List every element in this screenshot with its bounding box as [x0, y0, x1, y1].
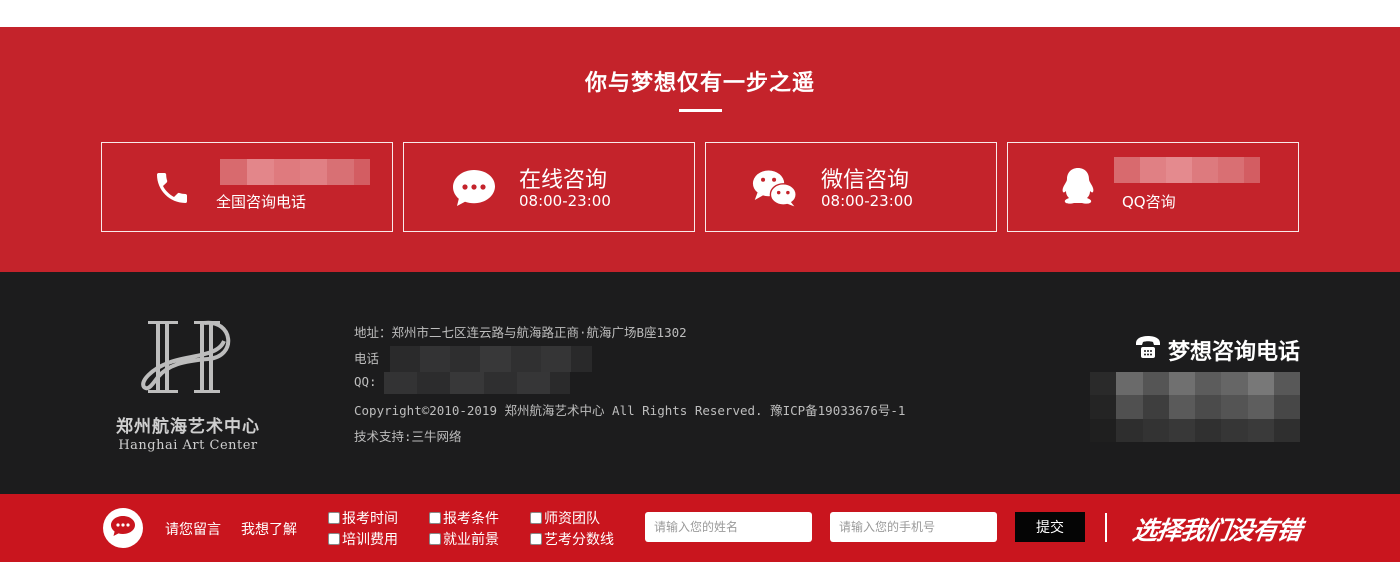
checkbox-box[interactable] — [530, 512, 542, 524]
chat-bubble-icon — [110, 515, 136, 541]
title-underline — [679, 109, 722, 112]
online-consult-hours: 08:00-23:00 — [519, 192, 611, 210]
qq-consult-card[interactable]: QQ咨询 — [1007, 142, 1299, 232]
checkbox-label: 培训费用 — [342, 532, 398, 548]
checkbox-box[interactable] — [429, 533, 441, 545]
slogan: 选择我们没有错 — [1130, 516, 1303, 545]
qq-penguin-icon — [1055, 165, 1101, 211]
phone-icon — [149, 165, 195, 211]
phone-number-blurred — [220, 159, 370, 185]
wechat-consult-card[interactable]: 微信咨询 08:00-23:00 — [705, 142, 997, 232]
message-button[interactable] — [103, 508, 143, 548]
submit-button[interactable]: 提交 — [1015, 512, 1085, 542]
footer-qq-blurred — [384, 372, 571, 394]
footer-copyright: Copyright©2010-2019 郑州航海艺术中心 All Rights … — [354, 403, 906, 418]
footer-tech-support: 技术支持:三牛网络 — [354, 429, 462, 444]
wechat-icon — [752, 165, 798, 211]
logo-english-name: Hanghai Art Center — [118, 438, 258, 453]
bar-divider — [1105, 513, 1107, 542]
footer: 郑州航海艺术中心 Hanghai Art Center 地址：郑州市二七区连云路… — [0, 272, 1400, 494]
hotline-number-blurred — [1090, 372, 1300, 442]
phone-card-label: 全国咨询电话 — [216, 193, 307, 211]
checkbox-faculty-team[interactable]: 师资团队 — [530, 508, 600, 528]
telephone-icon — [1134, 335, 1162, 365]
wechat-consult-hours: 08:00-23:00 — [821, 192, 913, 210]
checkbox-box[interactable] — [328, 533, 340, 545]
leave-message-label: 请您留言 — [165, 522, 221, 538]
checkbox-box[interactable] — [530, 533, 542, 545]
checkbox-label: 报考条件 — [443, 511, 499, 527]
footer-qq-label: QQ: — [354, 374, 377, 389]
qq-number-blurred — [1114, 157, 1261, 183]
checkbox-score-line[interactable]: 艺考分数线 — [530, 529, 614, 549]
online-consult-title: 在线咨询 — [519, 168, 608, 193]
logo-hh-icon — [138, 317, 238, 397]
phone-card[interactable]: 全国咨询电话 — [101, 142, 393, 232]
checkbox-label: 报考时间 — [342, 511, 398, 527]
checkbox-box[interactable] — [429, 512, 441, 524]
checkbox-box[interactable] — [328, 512, 340, 524]
want-to-know-label: 我想了解 — [241, 522, 297, 538]
name-input[interactable] — [645, 512, 812, 542]
checkbox-label: 就业前景 — [443, 532, 499, 548]
phone-input[interactable] — [830, 512, 997, 542]
chat-bubble-icon — [451, 165, 497, 211]
footer-phone-label: 电话 — [354, 351, 380, 366]
band-title: 你与梦想仅有一步之遥 — [584, 70, 815, 96]
wechat-consult-title: 微信咨询 — [821, 168, 910, 193]
checkbox-label: 师资团队 — [544, 511, 600, 527]
hotline-title-text: 梦想咨询电话 — [1167, 339, 1300, 365]
checkbox-exam-conditions[interactable]: 报考条件 — [429, 508, 499, 528]
checkbox-career-prospects[interactable]: 就业前景 — [429, 529, 499, 549]
top-strip — [0, 0, 1400, 27]
contact-band: 你与梦想仅有一步之遥 全国咨询电话 在线咨询 08:00-23:00 微信咨询 … — [0, 27, 1400, 272]
checkbox-label: 艺考分数线 — [544, 532, 614, 548]
checkbox-training-fee[interactable]: 培训费用 — [328, 529, 398, 549]
bottom-message-bar: 请您留言 我想了解 报考时间 报考条件 师资团队 培训费用 就业前景 艺考分数线… — [0, 494, 1400, 562]
logo-chinese-name: 郑州航海艺术中心 — [116, 417, 260, 437]
hotline-title: 梦想咨询电话 — [1134, 334, 1300, 366]
footer-address: 地址：郑州市二七区连云路与航海路正商·航海广场B座1302 — [354, 325, 687, 340]
online-consult-card[interactable]: 在线咨询 08:00-23:00 — [403, 142, 695, 232]
checkbox-exam-time[interactable]: 报考时间 — [328, 508, 398, 528]
footer-phone-blurred — [390, 346, 593, 372]
qq-card-label: QQ咨询 — [1122, 193, 1176, 211]
